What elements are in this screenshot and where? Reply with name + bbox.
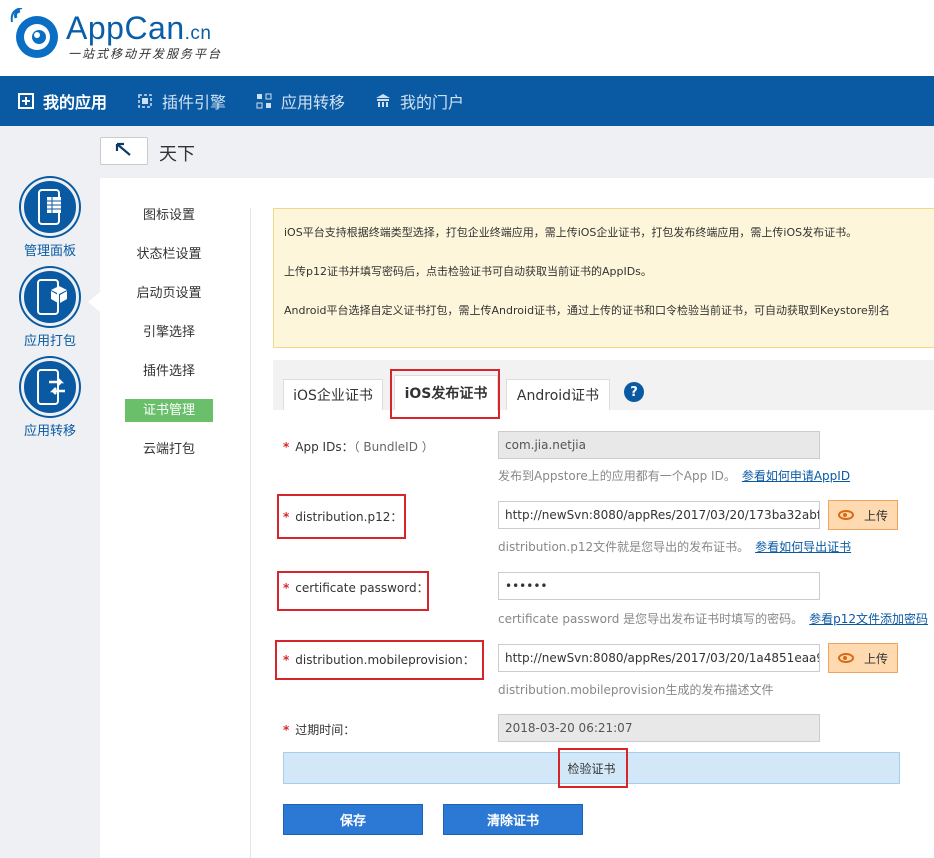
help-icon[interactable]: ? bbox=[624, 382, 644, 402]
transfer-phone-icon bbox=[21, 358, 79, 416]
sidebar-item-label: 应用打包 bbox=[23, 334, 76, 349]
back-button[interactable] bbox=[100, 137, 148, 165]
sidebar-item-package[interactable]: 应用打包 bbox=[0, 268, 100, 349]
apply-appid-link[interactable]: 参看如何申请AppID bbox=[742, 469, 850, 483]
cert-password-hint: certificate password 是您导出发布证书时填写的密码。 参看p1… bbox=[498, 612, 929, 626]
settings-menu: 图标设置 状态栏设置 启动页设置 引擎选择 插件选择 证书管理 云端打包 bbox=[100, 204, 250, 477]
plugin-icon bbox=[137, 93, 153, 109]
nav-item-label: 我的应用 bbox=[43, 93, 108, 112]
expire-time-field[interactable]: 2018-03-20 06:21:07 bbox=[498, 714, 820, 742]
nav-item-label: 应用转移 bbox=[281, 93, 346, 112]
nav-item-plugin-engine[interactable]: 插件引擎 bbox=[137, 76, 226, 126]
notice-line: 上传p12证书并填写密码后，点击检验证书可自动获取当前证书的AppIDs。 bbox=[284, 265, 652, 278]
back-arrow-icon bbox=[114, 141, 134, 161]
app-ids-field[interactable]: com.jia.netjia bbox=[498, 431, 820, 459]
appcan-logo-icon bbox=[10, 8, 58, 58]
transfer-icon bbox=[256, 93, 272, 109]
package-phone-icon bbox=[21, 268, 79, 326]
nav-item-label: 我的门户 bbox=[400, 93, 465, 112]
my-apps-icon bbox=[18, 93, 34, 109]
p12-label: * distribution.p12： bbox=[283, 510, 403, 524]
main-nav: 我的应用 插件引擎 应用转移 我的门户 bbox=[0, 76, 934, 126]
sidebar-item-label: 应用转移 bbox=[23, 424, 76, 439]
menu-item-plugin-select[interactable]: 插件选择 bbox=[125, 360, 213, 383]
tab-ios-distribution[interactable]: iOS发布证书 bbox=[394, 375, 498, 410]
p12-hint: distribution.p12文件就是您导出的发布证书。 参看如何导出证书 bbox=[498, 540, 852, 554]
tab-ios-enterprise[interactable]: iOS企业证书 bbox=[283, 379, 383, 410]
provision-label: * distribution.mobileprovision： bbox=[283, 653, 475, 667]
save-button[interactable]: 保存 bbox=[283, 804, 423, 835]
menu-item-cloud-package[interactable]: 云端打包 bbox=[125, 438, 213, 461]
clear-cert-button[interactable]: 清除证书 bbox=[443, 804, 583, 835]
nav-item-my-apps[interactable]: 我的应用 bbox=[18, 76, 107, 126]
expire-label: * 过期时间： bbox=[283, 723, 356, 737]
verify-cert-button[interactable]: 检验证书 bbox=[283, 752, 900, 784]
portal-icon bbox=[375, 93, 391, 109]
menu-item-statusbar-settings[interactable]: 状态栏设置 bbox=[125, 243, 213, 266]
app-ids-hint: 发布到Appstore上的应用都有一个App ID。 参看如何申请AppID bbox=[498, 469, 851, 483]
p12-password-link[interactable]: 参看p12文件添加密码 bbox=[809, 612, 928, 626]
menu-item-engine-select[interactable]: 引擎选择 bbox=[125, 321, 213, 344]
nav-item-label: 插件引擎 bbox=[162, 93, 227, 112]
eye-icon bbox=[837, 653, 854, 663]
menu-item-cert-management[interactable]: 证书管理 bbox=[125, 399, 213, 422]
app-ids-label: * App IDs：（ BundleID ） bbox=[283, 440, 434, 454]
dashboard-phone-icon bbox=[21, 178, 79, 236]
app-title-bar: 天下 bbox=[100, 126, 934, 178]
provision-hint: distribution.mobileprovision生成的发布描述文件 bbox=[498, 683, 774, 697]
sidebar-item-label: 管理面板 bbox=[23, 244, 76, 259]
provision-path-input[interactable]: http://newSvn:8080/appRes/2017/03/20/1a4… bbox=[498, 644, 820, 672]
p12-upload-button[interactable]: 上传 bbox=[828, 500, 898, 530]
menu-divider bbox=[250, 208, 251, 858]
export-cert-link[interactable]: 参看如何导出证书 bbox=[755, 540, 851, 554]
sidebar-item-dashboard[interactable]: 管理面板 bbox=[0, 178, 100, 259]
nav-item-app-transfer[interactable]: 应用转移 bbox=[256, 76, 345, 126]
header: AppCan.cn 一站式移动开发服务平台 bbox=[0, 0, 934, 76]
left-sidebar: 管理面板 应用打包 应用转移 bbox=[0, 126, 100, 858]
cert-password-label: * certificate password： bbox=[283, 581, 429, 595]
brand-slogan: 一站式移动开发服务平台 bbox=[68, 47, 223, 61]
nav-item-my-portal[interactable]: 我的门户 bbox=[375, 76, 464, 126]
app-title: 天下 bbox=[159, 144, 195, 165]
notice-line: Android平台选择自定义证书打包，需上传Android证书，通过上传的证书和… bbox=[284, 304, 890, 317]
menu-item-icon-settings[interactable]: 图标设置 bbox=[125, 204, 213, 227]
active-pointer bbox=[88, 292, 100, 312]
tab-android[interactable]: Android证书 bbox=[506, 379, 610, 410]
main-content: 图标设置 状态栏设置 启动页设置 引擎选择 插件选择 证书管理 云端打包 iOS… bbox=[88, 178, 934, 858]
verify-cert-label: 检验证书 bbox=[567, 761, 616, 776]
sidebar-item-transfer[interactable]: 应用转移 bbox=[0, 358, 100, 439]
cert-password-input[interactable]: •••••• bbox=[498, 572, 820, 600]
notice-box: iOS平台支持根据终端类型选择，打包企业终端应用，需上传iOS企业证书，打包发布… bbox=[273, 208, 934, 348]
menu-item-launch-settings[interactable]: 启动页设置 bbox=[125, 282, 213, 305]
eye-icon bbox=[837, 510, 854, 520]
provision-upload-button[interactable]: 上传 bbox=[828, 643, 898, 673]
cert-tabs: iOS企业证书 iOS发布证书 Android证书 ? bbox=[273, 360, 934, 410]
p12-path-input[interactable]: http://newSvn:8080/appRes/2017/03/20/173… bbox=[498, 501, 820, 529]
brand-name[interactable]: AppCan.cn bbox=[66, 10, 212, 47]
notice-line: iOS平台支持根据终端类型选择，打包企业终端应用，需上传iOS企业证书，打包发布… bbox=[284, 226, 858, 239]
